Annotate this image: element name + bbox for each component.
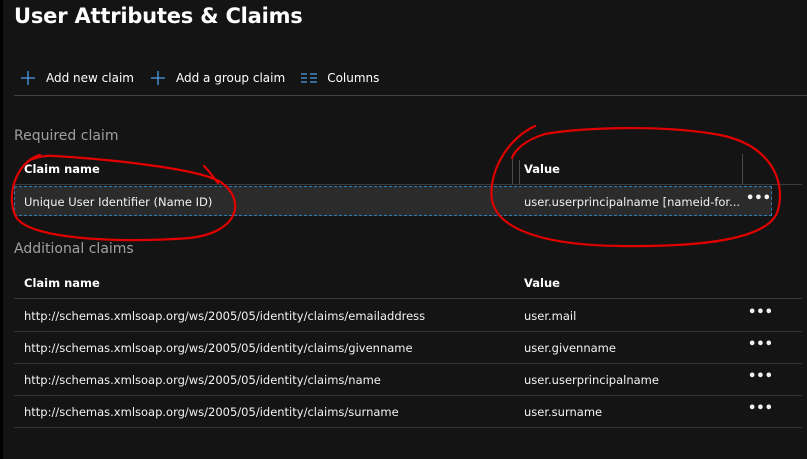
required-claim-row[interactable]: Unique User Identifier (Name ID) user.us… [14,186,772,216]
toolbar: Add new claim Add a group claim Columns [20,67,395,89]
claim-value-cell: user.givenname [524,341,616,355]
additional-claims-heading: Additional claims [14,241,134,257]
claim-value-cell: user.userprincipalname [nameid-for... [524,195,741,209]
toolbar-divider [14,95,807,96]
add-group-claim-label: Add a group claim [175,71,286,85]
add-new-claim-label: Add new claim [46,71,134,85]
claims-page: User Attributes & Claims Add new claim A… [0,0,807,459]
claim-name-cell: http://schemas.xmlsoap.org/ws/2005/05/id… [24,373,381,387]
more-horizontal-icon[interactable]: ••• [748,402,773,415]
column-separator[interactable] [742,154,743,184]
claim-name-cell: http://schemas.xmlsoap.org/ws/2005/05/id… [24,405,399,419]
table-row[interactable]: http://schemas.xmlsoap.org/ws/2005/05/id… [14,300,802,332]
more-horizontal-icon[interactable]: ••• [746,192,771,205]
column-header-value[interactable]: Value [524,162,560,176]
column-header-claim-name[interactable]: Claim name [24,276,100,290]
more-horizontal-icon[interactable]: ••• [748,338,773,351]
claim-name-cell: http://schemas.xmlsoap.org/ws/2005/05/id… [24,309,426,323]
column-separator[interactable] [519,160,520,184]
columns-button[interactable]: Columns [301,71,379,85]
add-new-claim-button[interactable]: Add new claim [20,70,134,86]
table-row[interactable]: http://schemas.xmlsoap.org/ws/2005/05/id… [14,332,802,364]
claim-name-cell: Unique User Identifier (Name ID) [24,195,213,209]
columns-icon [301,72,318,84]
more-horizontal-icon[interactable]: ••• [748,370,773,383]
page-title: User Attributes & Claims [14,4,303,28]
plus-icon [20,70,36,86]
plus-icon [150,70,166,86]
required-claim-heading: Required claim [14,128,119,144]
claim-value-cell: user.userprincipalname [524,373,659,387]
additional-header-row: Claim name Value [14,268,802,299]
add-group-claim-button[interactable]: Add a group claim [150,70,285,86]
column-separator[interactable] [512,154,513,184]
table-row[interactable]: http://schemas.xmlsoap.org/ws/2005/05/id… [14,396,802,428]
required-header-row: Claim name Value [14,154,802,185]
columns-label: Columns [327,71,380,85]
claim-name-cell: http://schemas.xmlsoap.org/ws/2005/05/id… [24,341,413,355]
more-horizontal-icon[interactable]: ••• [748,306,773,319]
column-header-claim-name[interactable]: Claim name [24,162,100,176]
column-header-value[interactable]: Value [524,276,560,290]
left-edge [0,0,3,459]
table-row[interactable]: http://schemas.xmlsoap.org/ws/2005/05/id… [14,364,802,396]
claim-value-cell: user.surname [524,405,603,419]
claim-value-cell: user.mail [524,309,577,323]
